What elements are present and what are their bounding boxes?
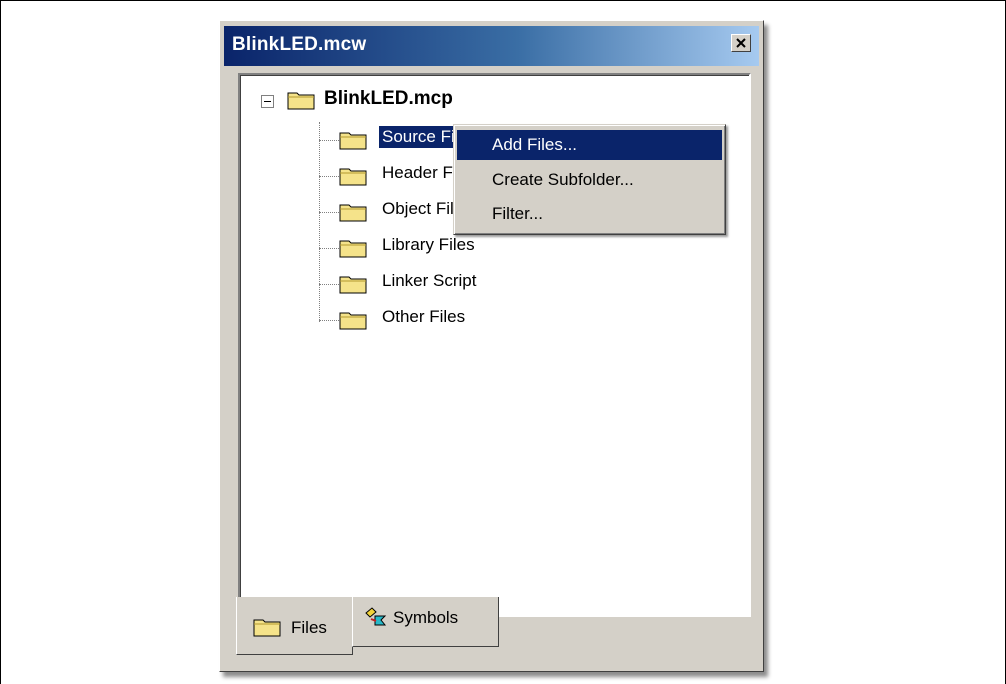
tree-connector xyxy=(319,248,339,249)
project-window: BlinkLED.mcw BlinkLED.mcp Source Fi Head… xyxy=(219,20,764,672)
folder-icon xyxy=(339,276,367,294)
folder-icon xyxy=(339,240,367,258)
tab-symbols-label: Symbols xyxy=(393,608,459,627)
symbols-icon xyxy=(365,607,387,626)
folder-icon xyxy=(339,168,367,186)
folder-icon xyxy=(339,204,367,222)
tree-node-library-files[interactable]: Library Files xyxy=(379,234,478,256)
menu-item-add-files[interactable]: Add Files... xyxy=(457,130,722,160)
tree-connector xyxy=(319,320,339,321)
tab-symbols[interactable]: Symbols xyxy=(352,597,499,647)
close-icon xyxy=(736,38,746,48)
context-menu: Add Files... Create Subfolder... Filter.… xyxy=(453,124,726,235)
close-button[interactable] xyxy=(731,34,751,52)
tree-node-linker-script[interactable]: Linker Script xyxy=(379,270,479,292)
project-root-label[interactable]: BlinkLED.mcp xyxy=(321,87,456,111)
tree-node-other-files[interactable]: Other Files xyxy=(379,306,468,328)
collapse-toggle[interactable] xyxy=(261,95,274,108)
tree-connector xyxy=(319,176,339,177)
folder-icon xyxy=(287,92,315,110)
tab-strip: Files Symbols xyxy=(236,597,536,657)
tab-files-label: Files xyxy=(291,618,327,637)
menu-item-create-subfolder[interactable]: Create Subfolder... xyxy=(457,165,722,195)
tree-connector xyxy=(319,122,320,322)
menu-item-filter[interactable]: Filter... xyxy=(457,199,722,229)
tree-node-header-files[interactable]: Header Fi xyxy=(379,162,460,184)
folder-icon xyxy=(339,132,367,150)
tree-node-object-files[interactable]: Object Fil xyxy=(379,198,457,220)
title-bar[interactable]: BlinkLED.mcw xyxy=(224,26,759,66)
window-title: BlinkLED.mcw xyxy=(232,34,367,55)
tree-connector xyxy=(319,212,339,213)
folder-icon xyxy=(253,619,281,637)
tree-node-source-files[interactable]: Source Fi xyxy=(379,126,458,148)
tab-files[interactable]: Files xyxy=(236,597,353,655)
tree-connector xyxy=(319,284,339,285)
tree-connector xyxy=(319,140,339,141)
folder-icon xyxy=(339,312,367,330)
